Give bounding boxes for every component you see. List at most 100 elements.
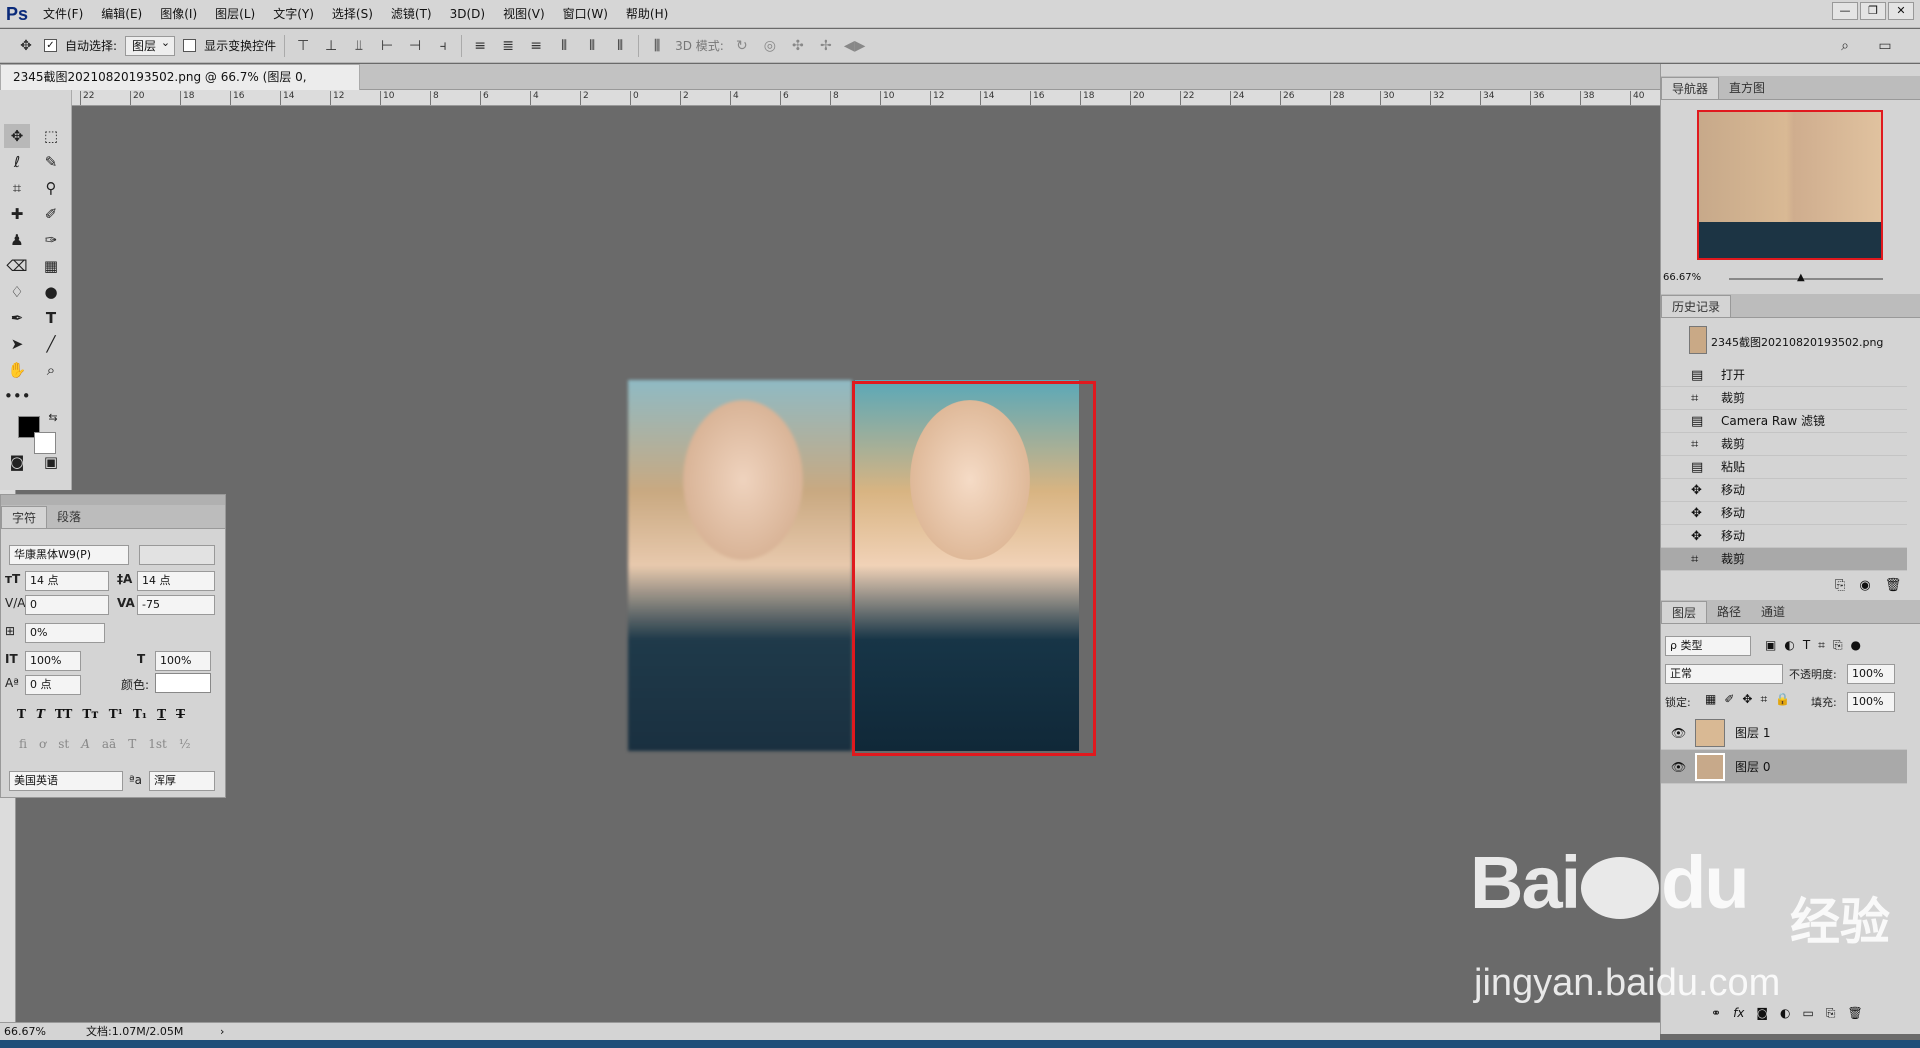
fractions-button[interactable]: ½ <box>179 737 191 751</box>
ordinals-button[interactable]: 1st <box>148 737 167 751</box>
tab-histogram[interactable]: 直方图 <box>1719 77 1775 99</box>
adjustment-filter-icon[interactable]: ◐ <box>1784 638 1794 653</box>
image-layer-blurred[interactable] <box>628 380 852 751</box>
crop-tool-icon[interactable]: ⌗ <box>4 176 30 200</box>
tab-channels[interactable]: 通道 <box>1751 601 1795 623</box>
document-tab[interactable]: 2345截图20210820193502.png @ 66.7% (图层 0, … <box>0 64 360 109</box>
workspace-icon[interactable]: ▭ <box>1875 36 1895 56</box>
shape-filter-icon[interactable]: ⌗ <box>1818 638 1825 653</box>
navigator-zoom-slider[interactable] <box>1729 278 1883 280</box>
layer-row-selected[interactable]: 👁 图层 0 <box>1661 750 1907 784</box>
ligature-button[interactable]: fi <box>19 737 27 751</box>
brush-tool-icon[interactable]: ✐ <box>38 202 64 226</box>
menu-edit[interactable]: 编辑(E) <box>92 0 151 28</box>
tab-history[interactable]: 历史记录 <box>1661 295 1732 317</box>
auto-select-dropdown[interactable]: 图层 <box>125 34 176 56</box>
more-tools-icon[interactable]: ••• <box>4 384 31 408</box>
restore-button[interactable]: ❐ <box>1860 2 1886 20</box>
layer-filter-select[interactable]: ρ 类型 <box>1665 636 1751 656</box>
antialias-select[interactable]: 浑厚 <box>149 771 215 791</box>
quick-select-tool-icon[interactable]: ✎ <box>38 150 64 174</box>
type-filter-icon[interactable]: T <box>1803 638 1810 653</box>
history-item[interactable]: ▤ 粘贴 <box>1661 456 1907 479</box>
status-menu-arrow-icon[interactable]: › <box>220 1023 224 1040</box>
auto-align-icon[interactable]: ⫼ <box>647 36 667 56</box>
history-snapshot-thumb[interactable] <box>1689 326 1707 354</box>
navigator-thumbnail[interactable] <box>1697 110 1883 260</box>
underline-button[interactable]: T <box>157 707 166 721</box>
show-transform-checkbox[interactable] <box>183 39 197 52</box>
distribute-top-icon[interactable]: ≡ <box>470 36 490 56</box>
tab-layers[interactable]: 图层 <box>1661 601 1708 623</box>
align-vcenter-icon[interactable]: ⊥ <box>321 36 341 56</box>
lasso-tool-icon[interactable]: ℓ <box>4 150 30 174</box>
path-select-tool-icon[interactable]: ➤ <box>4 332 30 356</box>
all-caps-button[interactable]: TT <box>55 707 72 721</box>
blend-mode-select[interactable]: 正常 <box>1665 664 1783 684</box>
align-right-icon[interactable]: ⫞ <box>433 36 453 56</box>
tab-character[interactable]: 字符 <box>1 506 48 528</box>
lock-pixels-icon[interactable]: ✐ <box>1724 692 1734 707</box>
menu-layer[interactable]: 图层(L) <box>206 0 264 28</box>
history-item[interactable]: ✥ 移动 <box>1661 479 1907 502</box>
small-caps-button[interactable]: Tт <box>82 707 98 721</box>
history-item[interactable]: ▤ 打开 <box>1661 364 1907 387</box>
faux-italic-button[interactable]: T <box>36 707 45 721</box>
distribute-bottom-icon[interactable]: ≡ <box>526 36 546 56</box>
auto-select-checkbox[interactable]: ✓ <box>44 39 57 52</box>
menu-file[interactable]: 文件(F) <box>34 0 92 28</box>
strikethrough-button[interactable]: T <box>176 707 185 721</box>
discretionary-ligature-button[interactable]: st <box>58 737 69 751</box>
history-item[interactable]: ⌗ 裁剪 <box>1661 387 1907 410</box>
history-snapshot-label[interactable]: 2345截图20210820193502.png <box>1711 334 1883 350</box>
new-document-from-state-icon[interactable]: ⎘ <box>1835 578 1845 593</box>
faux-bold-button[interactable]: T <box>17 707 26 721</box>
layer-row[interactable]: 👁 图层 1 <box>1661 716 1907 750</box>
stylistic-alternates-button[interactable]: aā <box>102 737 116 751</box>
blur-tool-icon[interactable]: ♢ <box>4 280 30 304</box>
swash-button[interactable]: A <box>81 737 90 751</box>
lock-transparent-icon[interactable]: ▦ <box>1705 692 1716 707</box>
snapshot-camera-icon[interactable]: ◉ <box>1859 578 1870 593</box>
distribute-vcenter-icon[interactable]: ≣ <box>498 36 518 56</box>
history-brush-tool-icon[interactable]: ✑ <box>38 228 64 252</box>
menu-select[interactable]: 选择(S) <box>323 0 382 28</box>
close-button[interactable]: ✕ <box>1888 2 1914 20</box>
subscript-button[interactable]: T₁ <box>133 707 147 721</box>
superscript-button[interactable]: T¹ <box>109 707 123 721</box>
eyedropper-tool-icon[interactable]: ⚲ <box>38 176 64 200</box>
leading-input[interactable]: 14 点 <box>137 571 215 591</box>
history-item[interactable]: ✥ 移动 <box>1661 525 1907 548</box>
tab-paragraph[interactable]: 段落 <box>47 506 91 528</box>
distribute-left-icon[interactable]: ⦀ <box>554 36 574 56</box>
horizontal-scale-input[interactable]: 100% <box>155 651 211 671</box>
tab-paths[interactable]: 路径 <box>1707 601 1751 623</box>
align-left-icon[interactable]: ⊢ <box>377 36 397 56</box>
menu-filter[interactable]: 滤镜(T) <box>382 0 441 28</box>
language-select[interactable]: 美国英语 <box>9 771 123 791</box>
text-color-swatch[interactable] <box>155 673 211 693</box>
vertical-scale-input[interactable]: 100% <box>25 651 81 671</box>
lock-artboard-icon[interactable]: ⌗ <box>1760 692 1767 707</box>
menu-type[interactable]: 文字(Y) <box>264 0 323 28</box>
3d-rotate-icon[interactable]: ↻ <box>732 36 752 56</box>
visibility-eye-icon[interactable]: 👁 <box>1671 716 1686 750</box>
quick-mask-icon[interactable]: ◙ <box>4 450 30 474</box>
align-bottom-icon[interactable]: ⫫ <box>349 36 369 56</box>
lock-all-icon[interactable]: 🔒 <box>1775 692 1790 707</box>
history-item-current[interactable]: ⌗ 裁剪 <box>1661 548 1907 571</box>
kerning-input[interactable]: 0 <box>25 595 109 615</box>
eraser-tool-icon[interactable]: ⌫ <box>4 254 30 278</box>
move-tool-icon[interactable]: ✥ <box>16 36 36 56</box>
pixel-filter-icon[interactable]: ▣ <box>1765 638 1776 653</box>
gradient-tool-icon[interactable]: ▦ <box>38 254 64 278</box>
visibility-eye-icon[interactable]: 👁 <box>1671 750 1686 784</box>
menu-image[interactable]: 图像(I) <box>151 0 206 28</box>
opacity-input[interactable]: 100% <box>1847 664 1895 684</box>
hand-tool-icon[interactable]: ✋ <box>4 358 30 382</box>
dodge-tool-icon[interactable]: ● <box>38 280 64 304</box>
search-icon[interactable]: ⌕ <box>1835 36 1855 56</box>
3d-scale-icon[interactable]: ◀▶ <box>844 36 866 56</box>
align-hcenter-icon[interactable]: ⊣ <box>405 36 425 56</box>
history-item[interactable]: ✥ 移动 <box>1661 502 1907 525</box>
